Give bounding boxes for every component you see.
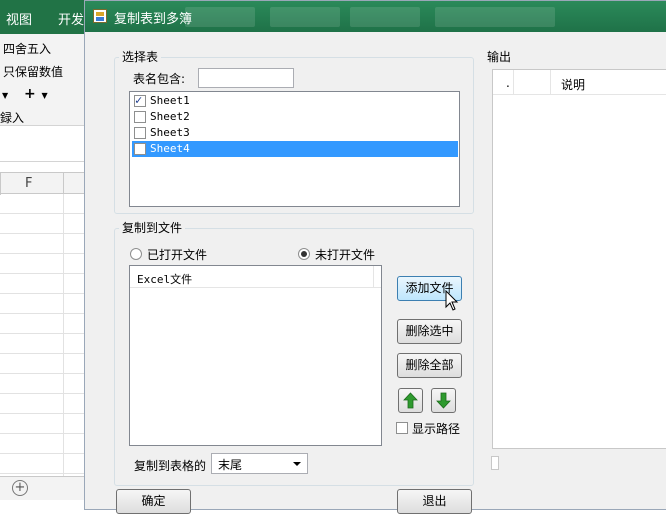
dialog-title: 复制表到多簿 (114, 12, 193, 27)
delete-selected-button[interactable]: 删除选中 (397, 319, 462, 344)
radio-opened-file[interactable] (130, 248, 142, 260)
mouse-cursor-icon (445, 290, 459, 311)
app-icon (93, 9, 107, 23)
show-path-checkbox[interactable] (396, 422, 408, 434)
copy-to-file-legend: 复制到文件 (119, 219, 186, 236)
sheet-item-1[interactable]: Sheet1 (132, 93, 458, 109)
output-col-index[interactable]: . (506, 76, 510, 90)
select-sheet-legend: 选择表 (119, 48, 162, 65)
sheet-item-3[interactable]: Sheet3 (132, 125, 458, 141)
checkbox-sheet1[interactable] (134, 93, 146, 107)
output-col-description[interactable]: 说明 (561, 76, 585, 93)
name-contains-input[interactable] (198, 68, 294, 88)
file-list-header-label: Excel文件 (137, 273, 193, 286)
sheet-tab-bar: + (0, 476, 90, 500)
output-list[interactable]: . 说明 (492, 69, 666, 449)
output-list-header: . 说明 (493, 70, 666, 95)
delete-all-button[interactable]: 删除全部 (397, 353, 462, 378)
radio-unopened-label[interactable]: 未打开文件 (315, 246, 375, 263)
radio-opened-label[interactable]: 已打开文件 (147, 246, 207, 263)
column-header-f[interactable]: F (25, 176, 32, 191)
chevron-down-icon[interactable] (293, 462, 301, 466)
round-button[interactable]: 四舍五入 (3, 40, 51, 57)
copy-position-label: 复制到表格的 (134, 459, 207, 473)
checkbox-sheet3[interactable] (134, 127, 146, 139)
file-list[interactable]: Excel文件 (129, 265, 382, 446)
copy-sheet-dialog: 复制表到多簿 选择表 表名包含: Sheet1 Sheet2 Sheet3 Sh… (84, 0, 666, 514)
ok-button[interactable]: 确定 (116, 489, 191, 514)
file-list-header[interactable]: Excel文件 (130, 266, 381, 288)
move-down-button[interactable] (431, 388, 456, 413)
move-up-button[interactable] (398, 388, 423, 413)
sheet-item-2[interactable]: Sheet2 (132, 109, 458, 125)
exit-button[interactable]: 退出 (397, 489, 472, 514)
chevron-down-icon[interactable]: ▼ (42, 91, 48, 100)
dialog-titlebar[interactable]: 复制表到多簿 (85, 1, 666, 32)
sheet-item-4[interactable]: Sheet4 (132, 141, 458, 157)
excel-ribbon-tabs: 视图 开发 (0, 0, 90, 34)
checkbox-sheet2[interactable] (134, 111, 146, 123)
add-sheet-button[interactable]: + (12, 480, 28, 496)
show-path-label[interactable]: 显示路径 (412, 420, 460, 437)
arrow-down-icon (436, 392, 451, 409)
checkbox-sheet4[interactable] (134, 143, 146, 155)
ribbon-small-controls[interactable]: ▼ + ▼ (2, 86, 48, 102)
sheet-list[interactable]: Sheet1 Sheet2 Sheet3 Sheet4 (129, 91, 460, 207)
excel-window: 视图 开发 四舍五入 只保留数值 ▼ + ▼ 録入 F + (0, 0, 90, 500)
formula-bar[interactable] (0, 126, 90, 162)
chevron-down-icon[interactable]: ▼ (2, 91, 8, 100)
excel-ribbon: 四舍五入 只保留数值 ▼ + ▼ 録入 (0, 34, 90, 126)
copy-position-select[interactable]: 末尾 (211, 453, 308, 474)
copy-position-value: 末尾 (218, 458, 243, 472)
arrow-up-icon (403, 392, 418, 409)
tab-developer[interactable]: 开发 (58, 9, 84, 28)
radio-unopened-file[interactable] (298, 248, 310, 260)
entry-button[interactable]: 録入 (0, 109, 24, 126)
tab-view[interactable]: 视图 (6, 9, 32, 28)
keep-values-button[interactable]: 只保留数值 (3, 63, 63, 80)
name-contains-label: 表名包含: (133, 72, 186, 86)
worksheet-grid[interactable] (0, 194, 90, 476)
output-legend: 输出 (487, 50, 512, 64)
add-icon[interactable]: + (24, 86, 36, 102)
output-scroll-stub[interactable] (491, 456, 499, 470)
column-header-row: F (0, 172, 90, 195)
